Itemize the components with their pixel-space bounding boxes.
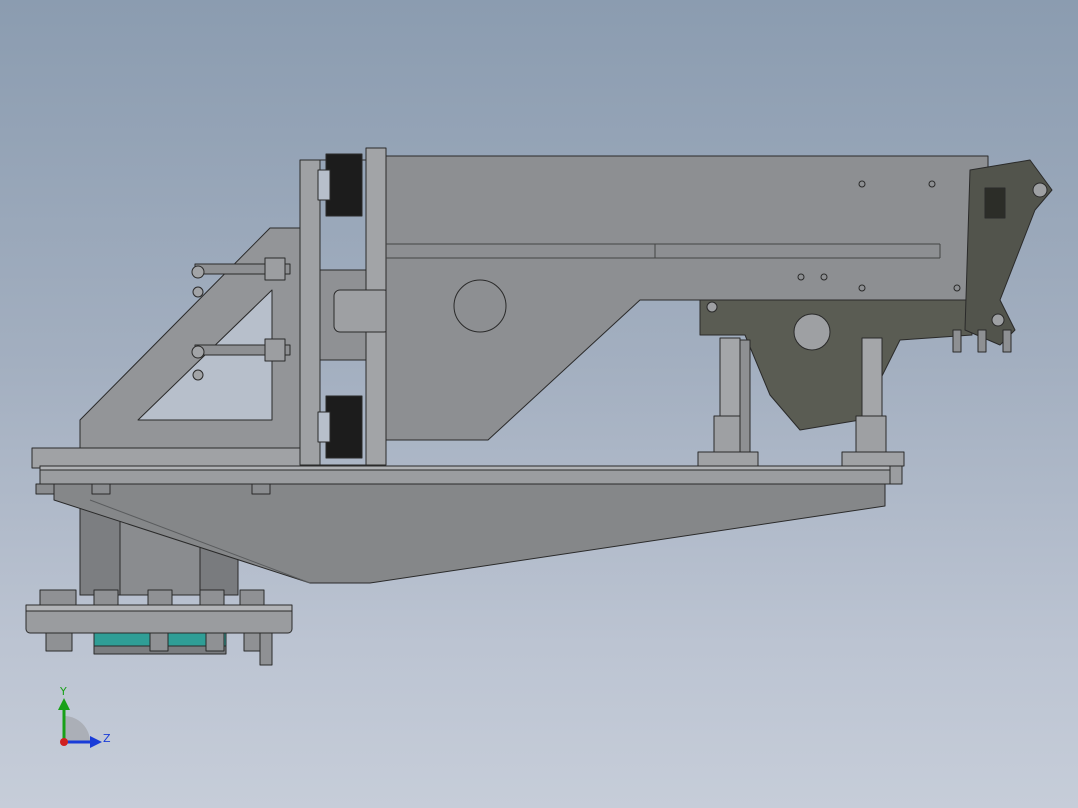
y-axis-label: Y [60, 685, 67, 698]
rail-block-top [317, 153, 363, 217]
rail-block-bottom [317, 395, 363, 459]
z-axis-label: Z [103, 732, 111, 745]
base-flange [25, 589, 293, 666]
coordinate-triad: Y Z [50, 686, 120, 756]
graphics-viewport[interactable]: Y Z [0, 0, 1078, 808]
cad-model[interactable] [0, 0, 1078, 808]
main-arm [385, 155, 989, 441]
